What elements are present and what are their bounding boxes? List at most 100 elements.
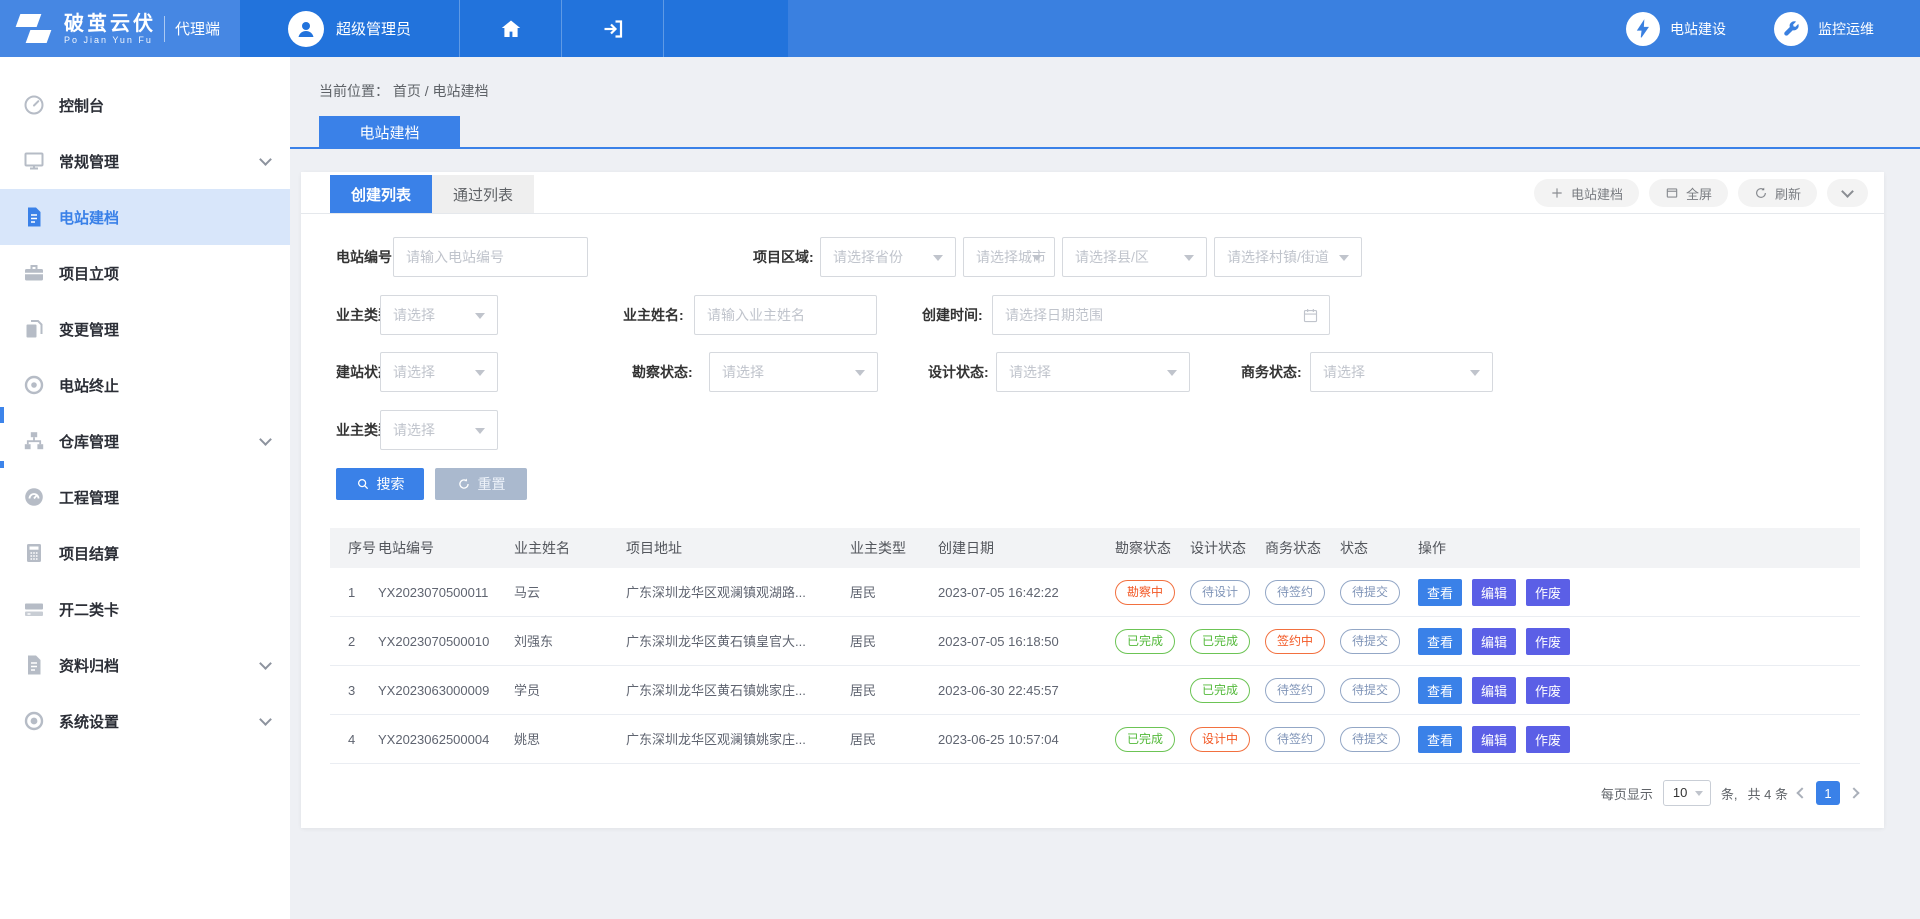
filter-input[interactable]: 请输入电站编号 (393, 237, 588, 277)
per-page-select[interactable]: 10 (1663, 780, 1711, 806)
filter-select[interactable]: 请选择 (1310, 352, 1493, 392)
breadcrumb: 当前位置： 首页 / 电站建档 (319, 81, 489, 101)
filter-select[interactable]: 请选择 (380, 295, 498, 335)
sidebar-item[interactable]: 项目立项 (0, 245, 290, 301)
void-button[interactable]: 作废 (1526, 579, 1570, 606)
table-cell: 居民 (850, 666, 876, 715)
edit-button[interactable]: 编辑 (1472, 726, 1516, 753)
filter-select[interactable]: 请选择城市 (963, 237, 1055, 277)
sidebar-item[interactable]: 项目结算 (0, 525, 290, 581)
stations-table: 序号电站编号业主姓名项目地址业主类型创建日期勘察状态设计状态商务状态状态操作1Y… (330, 528, 1860, 764)
page-number[interactable]: 1 (1816, 781, 1840, 805)
void-button[interactable]: 作废 (1526, 628, 1570, 655)
fullscreen-icon (1665, 186, 1679, 200)
filter-label: 勘察状态: (632, 352, 693, 392)
date-range-input[interactable]: 请选择日期范围 (992, 295, 1330, 335)
chevron-down-icon (1339, 255, 1349, 266)
chevron-down-icon (475, 428, 485, 439)
edit-button[interactable]: 编辑 (1472, 579, 1516, 606)
sidebar-item[interactable]: 控制台 (0, 77, 290, 133)
search-button[interactable]: 搜索 (336, 468, 424, 500)
table-cell: 广东深圳龙华区黄石镇姚家庄... (626, 666, 806, 715)
reset-button-label: 重置 (478, 474, 506, 494)
toolbar-button-label: 刷新 (1775, 184, 1801, 203)
toolbar-button[interactable] (1827, 179, 1868, 207)
page-tab[interactable]: 电站建档 (319, 116, 460, 148)
sidebar-item-label: 常规管理 (59, 151, 119, 172)
table-cell: 居民 (850, 715, 876, 764)
breadcrumb-path[interactable]: 首页 / 电站建档 (393, 83, 489, 99)
settings-icon (22, 709, 46, 733)
quick-link[interactable]: 电站建设 (1626, 12, 1726, 46)
filter-input[interactable]: 请输入业主姓名 (694, 295, 877, 335)
survey-status-badge: 已完成 (1115, 629, 1175, 654)
table-cell: 1 (348, 568, 355, 617)
filter-label: 业主姓名: (623, 295, 684, 335)
filter-select[interactable]: 请选择县/区 (1062, 237, 1207, 277)
table-cell: 2023-07-05 16:18:50 (938, 617, 1059, 666)
table-header: 序号电站编号业主姓名项目地址业主类型创建日期勘察状态设计状态商务状态状态操作 (330, 528, 1860, 568)
survey-status-badge: 已完成 (1115, 727, 1175, 752)
table-cell: 姚思 (514, 715, 540, 764)
sidebar-item-label: 项目结算 (59, 543, 119, 564)
home-button[interactable] (460, 0, 562, 57)
sidebar-item[interactable]: 开二类卡 (0, 581, 290, 637)
app-root: 破茧云伏 Po Jian Yun Fu 代理端 超级管理员 电站建设 监控运维 控… (0, 0, 1920, 919)
list-tab[interactable]: 创建列表 (330, 175, 432, 213)
prev-page-button[interactable] (1796, 787, 1807, 798)
filter-select[interactable]: 请选择 (380, 410, 498, 450)
view-button[interactable]: 查看 (1418, 677, 1462, 704)
view-button[interactable]: 查看 (1418, 628, 1462, 655)
sidebar-item[interactable]: 仓库管理 (0, 413, 290, 469)
edit-button[interactable]: 编辑 (1472, 628, 1516, 655)
sidebar-item[interactable]: 系统设置 (0, 693, 290, 749)
view-button[interactable]: 查看 (1418, 579, 1462, 606)
survey-status-badge: 勘察中 (1115, 580, 1175, 605)
toolbar-button-label: 全屏 (1686, 184, 1712, 203)
void-button[interactable]: 作废 (1526, 677, 1570, 704)
filter-select[interactable]: 请选择村镇/街道 (1214, 237, 1362, 277)
toolbar-button[interactable]: 刷新 (1738, 179, 1817, 207)
logout-button[interactable] (562, 0, 664, 57)
edit-button[interactable]: 编辑 (1472, 677, 1516, 704)
panel-toolbar: 电站建档 全屏 刷新 (1534, 179, 1868, 207)
table-row: 1YX2023070500011马云广东深圳龙华区观澜镇观湖路...居民2023… (330, 568, 1860, 617)
sidebar-scroll-mark (0, 461, 4, 468)
sidebar-item[interactable]: 常规管理 (0, 133, 290, 189)
table-header-cell: 商务状态 (1265, 528, 1321, 568)
per-page-label: 每页显示 (1601, 784, 1653, 803)
table-header-cell: 设计状态 (1190, 528, 1246, 568)
filter-label: 项目区域: (753, 237, 814, 277)
brand-logo[interactable]: 破茧云伏 Po Jian Yun Fu 代理端 (0, 0, 240, 57)
table-header-cell: 电站编号 (378, 528, 434, 568)
filter-select[interactable]: 请选择省份 (820, 237, 956, 277)
sidebar-item[interactable]: 资料归档 (0, 637, 290, 693)
view-button[interactable]: 查看 (1418, 726, 1462, 753)
sidebar-item[interactable]: 电站终止 (0, 357, 290, 413)
sidebar-item-label: 项目立项 (59, 263, 119, 284)
quick-link[interactable]: 监控运维 (1774, 12, 1874, 46)
table-header-cell: 业主类型 (850, 528, 906, 568)
page-tab-underline (290, 147, 1920, 149)
toolbar-button[interactable]: 电站建档 (1534, 179, 1639, 207)
void-button[interactable]: 作废 (1526, 726, 1570, 753)
reset-button[interactable]: 重置 (435, 468, 527, 500)
calculator-icon (22, 541, 46, 565)
sidebar: 控制台常规管理电站建档项目立项变更管理电站终止仓库管理工程管理项目结算开二类卡资… (0, 57, 290, 919)
placeholder-text: 请选择 (393, 364, 435, 380)
next-page-button[interactable] (1848, 787, 1859, 798)
sidebar-item[interactable]: 变更管理 (0, 301, 290, 357)
toolbar-button[interactable]: 全屏 (1649, 179, 1728, 207)
divider (164, 16, 165, 42)
sidebar-item[interactable]: 电站建档 (0, 189, 290, 245)
sidebar-item-label: 资料归档 (59, 655, 119, 676)
filter-select[interactable]: 请选择 (380, 352, 498, 392)
list-tab[interactable]: 通过列表 (432, 175, 534, 213)
user-menu[interactable]: 超级管理员 (240, 0, 460, 57)
sidebar-item[interactable]: 工程管理 (0, 469, 290, 525)
per-page-suffix: 条, (1721, 784, 1738, 803)
tabbar-border (301, 213, 1884, 214)
table-cell: 2023-06-30 22:45:57 (938, 666, 1059, 715)
filter-select[interactable]: 请选择 (709, 352, 878, 392)
filter-select[interactable]: 请选择 (996, 352, 1190, 392)
